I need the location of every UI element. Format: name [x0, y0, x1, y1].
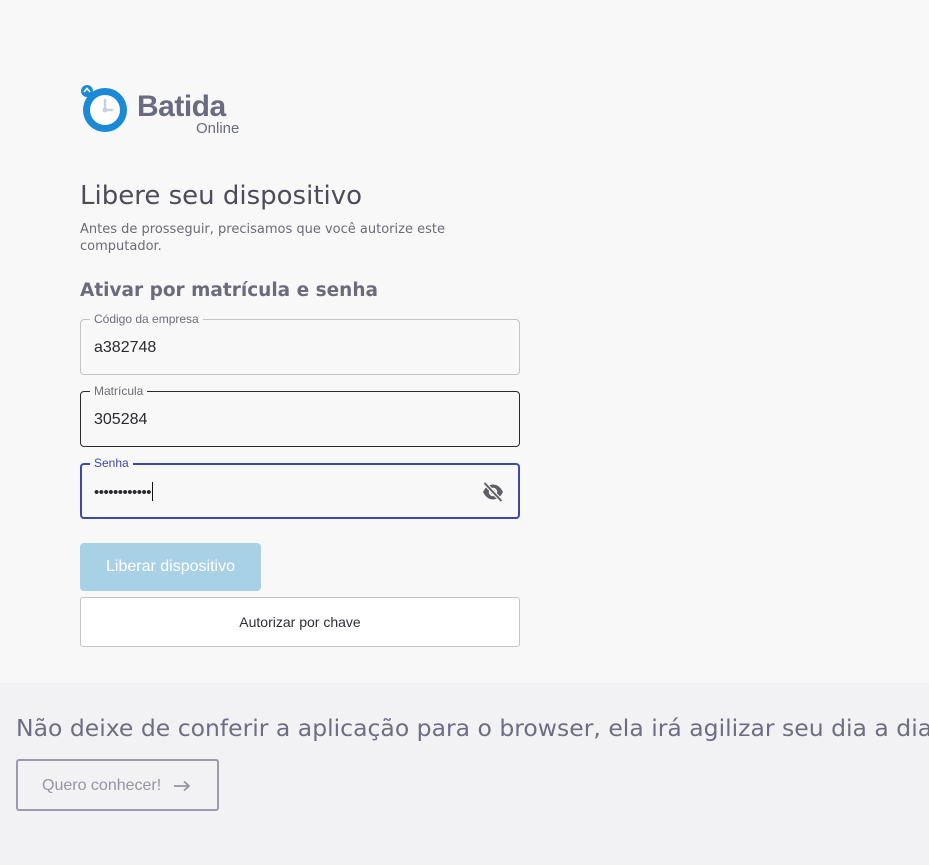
- learn-more-label: Quero conhecer!: [42, 777, 162, 794]
- release-device-button[interactable]: Liberar dispositivo: [80, 543, 261, 591]
- company-code-value[interactable]: a382748: [94, 338, 156, 358]
- registration-field[interactable]: Matrícula 305284: [80, 384, 520, 447]
- browser-app-promo: Não deixe de conferir a aplicação para o…: [0, 683, 929, 865]
- password-label: Senha: [90, 456, 133, 470]
- password-value: ••••••••••••: [94, 484, 152, 501]
- toggle-password-visibility-button[interactable]: [481, 481, 505, 503]
- page-subtitle: Antes de prosseguir, precisamos que você…: [80, 222, 445, 254]
- password-input[interactable]: ••••••••••••: [94, 482, 154, 503]
- page-title: Libere seu dispositivo: [80, 181, 363, 211]
- company-code-field[interactable]: Código da empresa a382748: [80, 312, 520, 375]
- section-label: Ativar por matrícula e senha: [80, 280, 378, 301]
- login-page: Batida Online Libere seu dispositivo Ant…: [0, 0, 929, 865]
- logo-name: Batida: [137, 90, 226, 123]
- arrow-right-icon: [174, 780, 191, 792]
- logo-subtitle: Online: [196, 120, 240, 137]
- registration-label: Matrícula: [90, 384, 148, 398]
- clock-logo-icon: [81, 85, 127, 132]
- promo-text: Não deixe de conferir a aplicação para o…: [16, 714, 929, 742]
- batida-logo: Batida Online: [80, 83, 260, 137]
- learn-more-button[interactable]: Quero conhecer!: [16, 759, 219, 811]
- company-code-label: Código da empresa: [90, 312, 203, 326]
- eye-off-icon: [483, 481, 503, 503]
- registration-value[interactable]: 305284: [94, 410, 147, 430]
- text-caret: [152, 482, 154, 501]
- authorize-by-key-button[interactable]: Autorizar por chave: [80, 597, 520, 647]
- password-field[interactable]: Senha ••••••••••••: [80, 456, 520, 519]
